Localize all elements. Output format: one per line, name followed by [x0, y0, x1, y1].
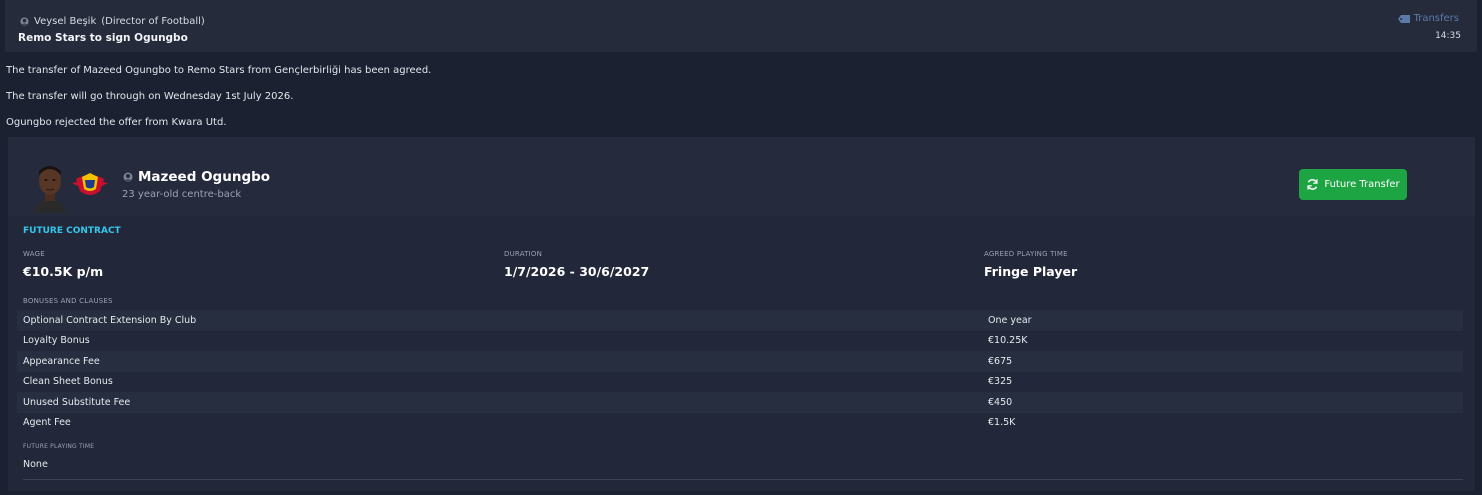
bonuses-table: Optional Contract Extension By Club One …	[17, 310, 1463, 433]
message-line: Ogungbo rejected the offer from Kwara Ut…	[6, 117, 227, 128]
table-row: Optional Contract Extension By Club One …	[17, 310, 1463, 331]
bonus-name: Optional Contract Extension By Club	[23, 314, 197, 326]
refresh-icon	[1307, 179, 1318, 190]
table-row: Clean Sheet Bonus €325	[17, 372, 1463, 393]
bonus-name: Clean Sheet Bonus	[23, 376, 113, 388]
player-header: Mazeed Ogungbo 23 year-old centre-back F…	[8, 137, 1475, 216]
wage-value: €10.5K p/m	[23, 264, 104, 279]
message-line: The transfer of Mazeed Ogungbo to Remo S…	[6, 65, 432, 76]
message-line: The transfer will go through on Wednesda…	[6, 91, 294, 102]
bonus-value: One year	[988, 314, 1032, 326]
sender[interactable]: Veysel Beşik (Director of Football)	[20, 16, 205, 27]
divider	[23, 479, 1463, 480]
playing-time-value: Fringe Player	[984, 264, 1078, 279]
bonus-name: Loyalty Bonus	[23, 335, 90, 347]
contract-card: Mazeed Ogungbo 23 year-old centre-back F…	[8, 137, 1475, 491]
sender-name[interactable]: Veysel Beşik	[34, 16, 96, 27]
message-time: 14:35	[1435, 31, 1461, 41]
bonus-value: €1.5K	[988, 417, 1016, 429]
table-row: Unused Substitute Fee €450	[17, 392, 1463, 413]
player-description: 23 year-old centre-back	[122, 189, 242, 200]
person-icon	[123, 172, 133, 182]
category-link[interactable]: Transfers	[1397, 13, 1459, 24]
sender-role: (Director of Football)	[101, 16, 205, 27]
playing-time-label: AGREED PLAYING TIME	[984, 250, 1068, 258]
table-row: Appearance Fee €675	[17, 351, 1463, 372]
section-title: FUTURE CONTRACT	[23, 226, 121, 236]
tag-icon	[1397, 14, 1410, 23]
bonuses-label: BONUSES AND CLAUSES	[23, 297, 113, 305]
person-icon	[20, 17, 29, 26]
player-face-image[interactable]	[30, 161, 70, 213]
player-name[interactable]: Mazeed Ogungbo	[123, 169, 270, 185]
table-row: Agent Fee €1.5K	[17, 413, 1463, 434]
duration-label: DURATION	[504, 250, 543, 258]
duration-value: 1/7/2026 - 30/6/2027	[504, 264, 650, 279]
bonus-value: €325	[988, 376, 1013, 388]
player-name-text[interactable]: Mazeed Ogungbo	[138, 169, 270, 185]
bonus-name: Agent Fee	[23, 417, 71, 429]
bonus-value: €10.25K	[988, 335, 1028, 347]
table-row: Loyalty Bonus €10.25K	[17, 331, 1463, 352]
message-header: Veysel Beşik (Director of Football) Remo…	[5, 0, 1477, 52]
future-transfer-button[interactable]: Future Transfer	[1299, 169, 1407, 200]
category-label[interactable]: Transfers	[1414, 13, 1459, 24]
club-badge-icon[interactable]	[70, 169, 110, 201]
bonus-value: €675	[988, 355, 1013, 367]
bonus-value: €450	[988, 396, 1013, 408]
future-playing-time-value: None	[23, 459, 48, 470]
message-title: Remo Stars to sign Ogungbo	[18, 32, 188, 44]
bonus-name: Appearance Fee	[23, 355, 100, 367]
wage-label: WAGE	[23, 250, 45, 258]
future-transfer-label[interactable]: Future Transfer	[1324, 179, 1399, 190]
future-playing-time-label: FUTURE PLAYING TIME	[23, 443, 95, 450]
bonus-name: Unused Substitute Fee	[23, 396, 131, 408]
